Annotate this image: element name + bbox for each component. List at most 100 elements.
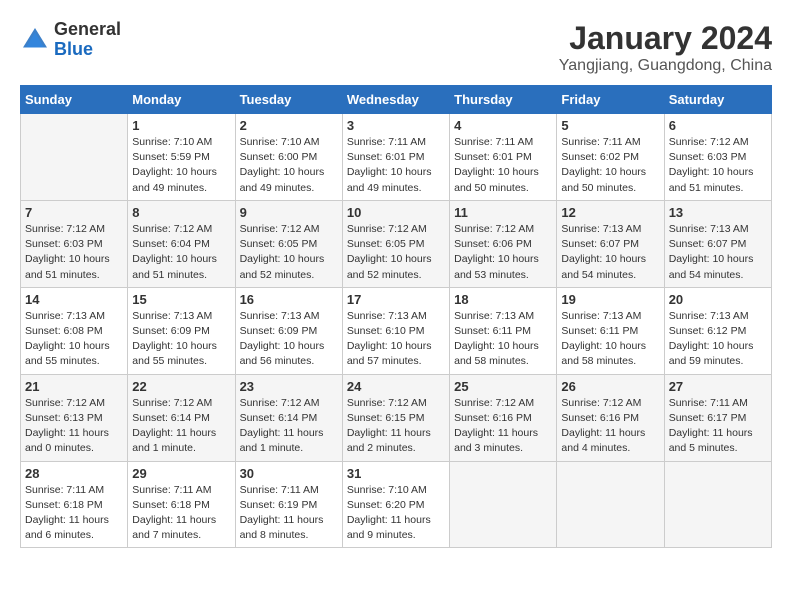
calendar-cell: 8 Sunrise: 7:12 AM Sunset: 6:04 PM Dayli…	[128, 200, 235, 287]
sunset: Sunset: 6:08 PM	[25, 325, 103, 337]
day-number: 6	[669, 118, 767, 133]
daylight: Daylight: 10 hours and 58 minutes.	[561, 340, 646, 367]
cell-info: Sunrise: 7:11 AM Sunset: 6:18 PM Dayligh…	[132, 483, 230, 544]
calendar-cell: 1 Sunrise: 7:10 AM Sunset: 5:59 PM Dayli…	[128, 114, 235, 201]
header-sunday: Sunday	[21, 86, 128, 114]
daylight: Daylight: 11 hours and 7 minutes.	[132, 514, 216, 541]
sunset: Sunset: 6:14 PM	[132, 412, 210, 424]
sunrise: Sunrise: 7:13 AM	[454, 310, 534, 322]
cell-info: Sunrise: 7:11 AM Sunset: 6:17 PM Dayligh…	[669, 396, 767, 457]
day-number: 14	[25, 292, 123, 307]
calendar-cell	[21, 114, 128, 201]
sunset: Sunset: 6:04 PM	[132, 238, 210, 250]
calendar-cell: 14 Sunrise: 7:13 AM Sunset: 6:08 PM Dayl…	[21, 287, 128, 374]
sunset: Sunset: 6:18 PM	[25, 499, 103, 511]
calendar-cell: 25 Sunrise: 7:12 AM Sunset: 6:16 PM Dayl…	[450, 374, 557, 461]
calendar-cell: 17 Sunrise: 7:13 AM Sunset: 6:10 PM Dayl…	[342, 287, 449, 374]
calendar-cell: 31 Sunrise: 7:10 AM Sunset: 6:20 PM Dayl…	[342, 461, 449, 548]
calendar-cell: 13 Sunrise: 7:13 AM Sunset: 6:07 PM Dayl…	[664, 200, 771, 287]
calendar-cell: 28 Sunrise: 7:11 AM Sunset: 6:18 PM Dayl…	[21, 461, 128, 548]
sunrise: Sunrise: 7:12 AM	[561, 397, 641, 409]
cell-info: Sunrise: 7:10 AM Sunset: 5:59 PM Dayligh…	[132, 135, 230, 196]
cell-info: Sunrise: 7:12 AM Sunset: 6:03 PM Dayligh…	[25, 222, 123, 283]
day-number: 30	[240, 466, 338, 481]
calendar-cell	[557, 461, 664, 548]
sunset: Sunset: 6:10 PM	[347, 325, 425, 337]
sunrise: Sunrise: 7:12 AM	[454, 223, 534, 235]
calendar-cell: 24 Sunrise: 7:12 AM Sunset: 6:15 PM Dayl…	[342, 374, 449, 461]
logo-blue: Blue	[54, 39, 93, 59]
sunrise: Sunrise: 7:13 AM	[347, 310, 427, 322]
cell-info: Sunrise: 7:13 AM Sunset: 6:11 PM Dayligh…	[454, 309, 552, 370]
sunrise: Sunrise: 7:13 AM	[25, 310, 105, 322]
calendar-table: SundayMondayTuesdayWednesdayThursdayFrid…	[20, 85, 772, 548]
sunrise: Sunrise: 7:12 AM	[240, 397, 320, 409]
sunrise: Sunrise: 7:13 AM	[669, 310, 749, 322]
daylight: Daylight: 10 hours and 54 minutes.	[669, 253, 754, 280]
sunset: Sunset: 6:03 PM	[25, 238, 103, 250]
day-number: 4	[454, 118, 552, 133]
sunrise: Sunrise: 7:10 AM	[240, 136, 320, 148]
calendar-cell: 7 Sunrise: 7:12 AM Sunset: 6:03 PM Dayli…	[21, 200, 128, 287]
calendar-cell: 27 Sunrise: 7:11 AM Sunset: 6:17 PM Dayl…	[664, 374, 771, 461]
cell-info: Sunrise: 7:13 AM Sunset: 6:08 PM Dayligh…	[25, 309, 123, 370]
sunrise: Sunrise: 7:12 AM	[669, 136, 749, 148]
header-friday: Friday	[557, 86, 664, 114]
sunrise: Sunrise: 7:11 AM	[240, 484, 319, 496]
sunrise: Sunrise: 7:13 AM	[240, 310, 320, 322]
calendar-week-row: 28 Sunrise: 7:11 AM Sunset: 6:18 PM Dayl…	[21, 461, 772, 548]
header-tuesday: Tuesday	[235, 86, 342, 114]
daylight: Daylight: 10 hours and 53 minutes.	[454, 253, 539, 280]
sunrise: Sunrise: 7:10 AM	[347, 484, 427, 496]
sunset: Sunset: 6:05 PM	[347, 238, 425, 250]
calendar-cell: 22 Sunrise: 7:12 AM Sunset: 6:14 PM Dayl…	[128, 374, 235, 461]
calendar-cell: 29 Sunrise: 7:11 AM Sunset: 6:18 PM Dayl…	[128, 461, 235, 548]
daylight: Daylight: 11 hours and 2 minutes.	[347, 427, 431, 454]
day-number: 9	[240, 205, 338, 220]
sunset: Sunset: 6:11 PM	[454, 325, 531, 337]
daylight: Daylight: 10 hours and 51 minutes.	[669, 166, 754, 193]
daylight: Daylight: 11 hours and 0 minutes.	[25, 427, 109, 454]
day-number: 13	[669, 205, 767, 220]
daylight: Daylight: 10 hours and 49 minutes.	[132, 166, 217, 193]
daylight: Daylight: 11 hours and 3 minutes.	[454, 427, 538, 454]
calendar-cell: 5 Sunrise: 7:11 AM Sunset: 6:02 PM Dayli…	[557, 114, 664, 201]
day-number: 11	[454, 205, 552, 220]
cell-info: Sunrise: 7:12 AM Sunset: 6:03 PM Dayligh…	[669, 135, 767, 196]
sunset: Sunset: 6:14 PM	[240, 412, 318, 424]
logo-icon	[20, 25, 50, 55]
cell-info: Sunrise: 7:12 AM Sunset: 6:13 PM Dayligh…	[25, 396, 123, 457]
cell-info: Sunrise: 7:11 AM Sunset: 6:18 PM Dayligh…	[25, 483, 123, 544]
calendar-cell: 15 Sunrise: 7:13 AM Sunset: 6:09 PM Dayl…	[128, 287, 235, 374]
calendar-week-row: 21 Sunrise: 7:12 AM Sunset: 6:13 PM Dayl…	[21, 374, 772, 461]
daylight: Daylight: 10 hours and 52 minutes.	[347, 253, 432, 280]
sunset: Sunset: 6:12 PM	[669, 325, 747, 337]
daylight: Daylight: 11 hours and 8 minutes.	[240, 514, 324, 541]
calendar-cell: 2 Sunrise: 7:10 AM Sunset: 6:00 PM Dayli…	[235, 114, 342, 201]
calendar-cell: 26 Sunrise: 7:12 AM Sunset: 6:16 PM Dayl…	[557, 374, 664, 461]
day-number: 26	[561, 379, 659, 394]
day-number: 8	[132, 205, 230, 220]
day-number: 3	[347, 118, 445, 133]
sunset: Sunset: 6:16 PM	[561, 412, 639, 424]
cell-info: Sunrise: 7:11 AM Sunset: 6:01 PM Dayligh…	[347, 135, 445, 196]
daylight: Daylight: 10 hours and 50 minutes.	[454, 166, 539, 193]
cell-info: Sunrise: 7:13 AM Sunset: 6:12 PM Dayligh…	[669, 309, 767, 370]
cell-info: Sunrise: 7:10 AM Sunset: 6:00 PM Dayligh…	[240, 135, 338, 196]
daylight: Daylight: 11 hours and 5 minutes.	[669, 427, 753, 454]
day-number: 31	[347, 466, 445, 481]
sunset: Sunset: 6:01 PM	[454, 151, 532, 163]
cell-info: Sunrise: 7:12 AM Sunset: 6:16 PM Dayligh…	[454, 396, 552, 457]
sunset: Sunset: 6:18 PM	[132, 499, 210, 511]
cell-info: Sunrise: 7:12 AM Sunset: 6:05 PM Dayligh…	[240, 222, 338, 283]
sunrise: Sunrise: 7:12 AM	[25, 397, 105, 409]
sunrise: Sunrise: 7:12 AM	[132, 223, 212, 235]
calendar-cell: 9 Sunrise: 7:12 AM Sunset: 6:05 PM Dayli…	[235, 200, 342, 287]
day-number: 29	[132, 466, 230, 481]
calendar-week-row: 1 Sunrise: 7:10 AM Sunset: 5:59 PM Dayli…	[21, 114, 772, 201]
day-number: 2	[240, 118, 338, 133]
daylight: Daylight: 10 hours and 55 minutes.	[132, 340, 217, 367]
calendar-cell: 19 Sunrise: 7:13 AM Sunset: 6:11 PM Dayl…	[557, 287, 664, 374]
day-number: 23	[240, 379, 338, 394]
logo-text: General Blue	[54, 20, 121, 60]
